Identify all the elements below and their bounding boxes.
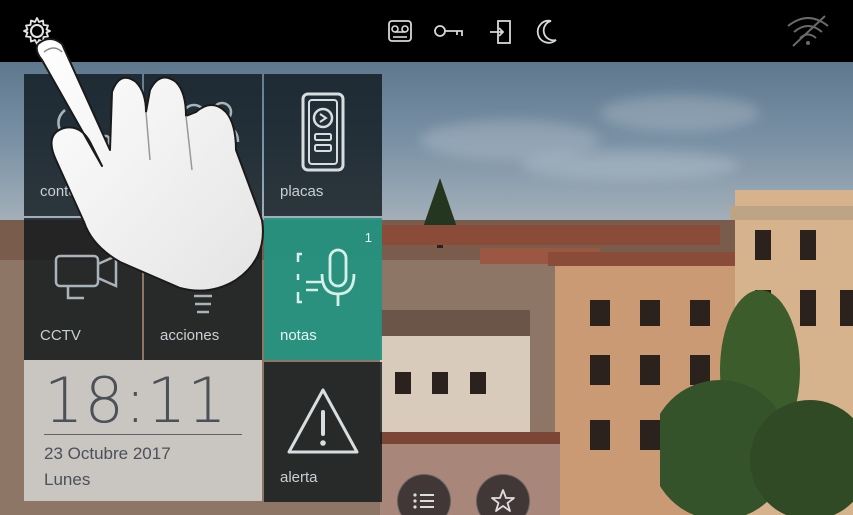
lightbulb-icon <box>144 234 262 324</box>
moon-icon[interactable] <box>534 18 560 46</box>
clock-widget: 18:11 23 Octubre 2017 Lunes <box>24 360 262 501</box>
answering-machine-icon <box>24 90 142 170</box>
tile-label: intercomuni cador <box>160 174 238 208</box>
wifi-off-icon <box>785 14 831 48</box>
door-exit-icon[interactable] <box>488 18 514 46</box>
door-panel-icon <box>264 90 382 174</box>
clock-date: 23 Octubre 2017 <box>44 444 171 463</box>
status-bar <box>0 0 853 62</box>
tile-label: placas <box>280 183 324 200</box>
star-icon <box>491 489 515 512</box>
tile-label: contestador <box>40 183 119 200</box>
voicemail-icon[interactable] <box>387 18 413 44</box>
tile-acciones[interactable]: acciones <box>144 218 262 360</box>
tile-contestador[interactable]: contestador <box>24 74 142 216</box>
tile-alerta[interactable]: alerta <box>264 362 382 502</box>
tile-cctv[interactable]: CCTV <box>24 218 142 360</box>
tile-label: acciones <box>160 327 220 344</box>
tile-label: CCTV <box>40 327 81 344</box>
tile-placas[interactable]: placas <box>264 74 382 216</box>
list-icon <box>413 493 434 509</box>
clock-divider <box>44 434 242 435</box>
voice-note-icon <box>264 234 382 324</box>
gear-icon[interactable] <box>22 16 52 46</box>
camera-icon <box>24 234 142 314</box>
tile-label: notas <box>280 327 317 344</box>
clock-time: 18:11 <box>44 364 228 437</box>
tile-notas[interactable]: 1 notas <box>264 218 382 360</box>
key-icon[interactable] <box>432 18 466 44</box>
clock-day: Lunes <box>44 470 91 489</box>
tile-intercomunicador[interactable]: intercomuni cador <box>144 74 262 216</box>
warning-icon <box>264 384 382 460</box>
users-icon <box>144 90 262 170</box>
tile-label: alerta <box>280 469 318 486</box>
